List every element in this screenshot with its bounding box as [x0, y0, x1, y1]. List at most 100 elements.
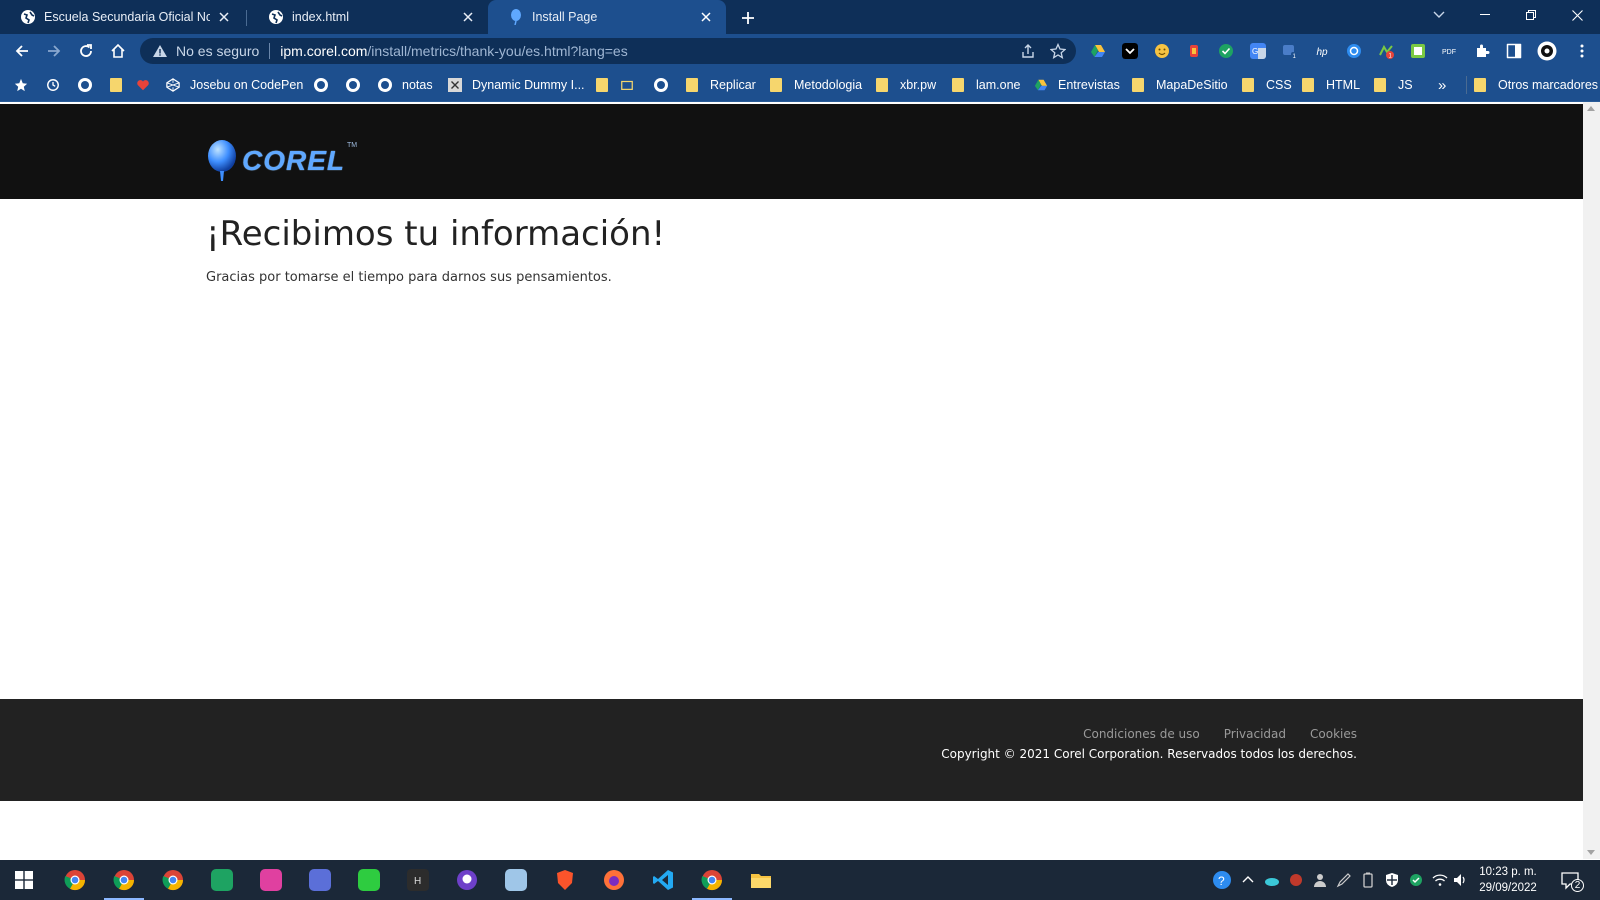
- taskbar-chrome-2[interactable]: [159, 866, 187, 894]
- home-button[interactable]: [106, 39, 130, 63]
- extension-badge-icon[interactable]: 1: [1282, 43, 1298, 59]
- taskbar-chrome-active[interactable]: [692, 866, 732, 900]
- page-scrollbar[interactable]: [1583, 102, 1600, 859]
- bookmark-lam[interactable]: lam.one: [952, 77, 1020, 93]
- new-tab-button[interactable]: [738, 8, 758, 28]
- bookmark-other[interactable]: Otros marcadores: [1474, 77, 1598, 93]
- taskbar-github[interactable]: [453, 866, 481, 894]
- pen-tray-icon[interactable]: [1336, 872, 1352, 888]
- tab-escuela[interactable]: Escuela Secundaria Oficial No. 5: [0, 0, 244, 34]
- taskbar-app-lime[interactable]: [355, 866, 383, 894]
- tab-install-page[interactable]: Install Page: [488, 0, 726, 34]
- address-bar[interactable]: No es seguro ipm.corel.com/install/metri…: [140, 38, 1076, 64]
- security-label[interactable]: No es seguro: [176, 43, 259, 59]
- side-panel-icon[interactable]: [1506, 43, 1522, 59]
- cloud-icon[interactable]: [1264, 872, 1280, 888]
- bookmark-star[interactable]: [14, 77, 38, 93]
- star-icon[interactable]: [1050, 43, 1066, 59]
- scroll-up-arrow[interactable]: [1587, 106, 1595, 111]
- wifi-icon[interactable]: [1432, 872, 1448, 888]
- shield-tray-icon[interactable]: [1384, 872, 1400, 888]
- restore-button[interactable]: [1508, 0, 1554, 30]
- minimize-button[interactable]: [1462, 0, 1508, 30]
- terms-link[interactable]: Condiciones de uso: [1083, 727, 1200, 741]
- bookmark-globe-2[interactable]: [314, 77, 328, 93]
- notification-extension-icon[interactable]: 1: [1378, 43, 1394, 59]
- close-tab-icon[interactable]: [216, 9, 232, 25]
- tab-search-button[interactable]: [1416, 0, 1462, 30]
- bookmark-metodologia[interactable]: Metodologia: [770, 77, 862, 93]
- volume-icon[interactable]: [1452, 872, 1468, 888]
- bookmark-entrevistas[interactable]: Entrevistas: [1034, 77, 1120, 93]
- bookmark-mapadesitio[interactable]: MapaDeSitio: [1132, 77, 1228, 93]
- antivirus-icon[interactable]: [1288, 872, 1304, 888]
- bookmark-history[interactable]: [46, 77, 70, 93]
- bookmark-html[interactable]: HTML: [1302, 77, 1360, 93]
- bookmark-heart[interactable]: [136, 77, 160, 93]
- bookmark-globe[interactable]: [78, 77, 92, 93]
- taskbar-chrome[interactable]: [61, 866, 89, 894]
- taskbar-firefox[interactable]: [600, 866, 628, 894]
- screenshot-extension-icon[interactable]: [1410, 43, 1426, 59]
- pdf-icon[interactable]: PDF: [1442, 43, 1458, 59]
- bookmark-globe-4[interactable]: [654, 77, 668, 93]
- bookmark-codepen[interactable]: Josebu on CodePen: [166, 77, 303, 93]
- cookies-link[interactable]: Cookies: [1310, 727, 1357, 741]
- notification-center-button[interactable]: 2: [1556, 866, 1584, 894]
- help-icon[interactable]: ?: [1212, 870, 1232, 890]
- emoji-extension-icon[interactable]: [1154, 43, 1170, 59]
- warning-icon[interactable]: [152, 43, 168, 59]
- close-tab-icon[interactable]: [460, 9, 476, 25]
- menu-icon[interactable]: [1574, 43, 1590, 59]
- bookmark-js[interactable]: JS: [1374, 77, 1413, 93]
- bookmark-folder-3[interactable]: [620, 77, 644, 93]
- bookmark-xbr[interactable]: xbr.pw: [876, 77, 936, 93]
- url-text[interactable]: ipm.corel.com/install/metrics/thank-you/…: [280, 43, 627, 59]
- close-tab-icon[interactable]: [698, 9, 714, 25]
- security-check-tray-icon[interactable]: [1408, 872, 1424, 888]
- back-button[interactable]: [10, 39, 34, 63]
- privacy-link[interactable]: Privacidad: [1224, 727, 1286, 741]
- refresh-extension-icon[interactable]: [1346, 43, 1362, 59]
- taskbar-app-h[interactable]: H: [404, 866, 432, 894]
- chevron-up-icon[interactable]: [1240, 872, 1256, 888]
- extensions-puzzle-icon[interactable]: [1474, 43, 1490, 59]
- battery-icon[interactable]: [1360, 872, 1376, 888]
- taskbar-chrome-profile[interactable]: [104, 866, 144, 900]
- taskbar-app-green[interactable]: [208, 866, 236, 894]
- taskbar-app-blue[interactable]: [306, 866, 334, 894]
- translate-icon[interactable]: G: [1250, 43, 1266, 59]
- reload-button[interactable]: [74, 39, 98, 63]
- close-window-button[interactable]: [1554, 0, 1600, 30]
- bookmark-folder-2[interactable]: [596, 77, 620, 93]
- red-extension-icon[interactable]: [1186, 43, 1202, 59]
- start-button[interactable]: [10, 866, 38, 894]
- folder-icon: [1132, 78, 1144, 92]
- tab-index[interactable]: index.html: [248, 0, 488, 34]
- forward-button[interactable]: [42, 39, 66, 63]
- bookmark-folder[interactable]: [110, 77, 134, 93]
- system-clock[interactable]: 10:23 p. m. 29/09/2022: [1468, 864, 1548, 896]
- bookmark-notas[interactable]: notas: [378, 77, 433, 93]
- corel-logo[interactable]: COREL TM: [206, 140, 357, 182]
- bookmark-globe-3[interactable]: [346, 77, 360, 93]
- taskbar-vscode[interactable]: [649, 866, 677, 894]
- taskbar-app-pink[interactable]: [257, 866, 285, 894]
- taskbar-brave[interactable]: [551, 866, 579, 894]
- bookmark-replicar[interactable]: Replicar: [686, 77, 756, 93]
- scroll-down-arrow[interactable]: [1587, 850, 1595, 855]
- google-drive-icon[interactable]: [1090, 43, 1106, 59]
- user-tray-icon[interactable]: [1312, 872, 1328, 888]
- share-icon[interactable]: [1020, 43, 1036, 59]
- bookmark-css[interactable]: CSS: [1242, 77, 1292, 93]
- hp-icon[interactable]: hp: [1314, 43, 1330, 59]
- reload-icon: [80, 44, 92, 57]
- taskbar-app-notes[interactable]: [502, 866, 530, 894]
- pocket-icon[interactable]: [1122, 43, 1138, 59]
- arrow-right-icon: [48, 45, 61, 57]
- bookmark-dynamic-dummy[interactable]: Dynamic Dummy I...: [448, 77, 585, 93]
- bookmarks-overflow-button[interactable]: »: [1438, 77, 1446, 94]
- taskbar-file-explorer[interactable]: [747, 866, 775, 894]
- shield-check-icon[interactable]: [1218, 43, 1234, 59]
- profile-avatar-icon[interactable]: [1537, 41, 1557, 61]
